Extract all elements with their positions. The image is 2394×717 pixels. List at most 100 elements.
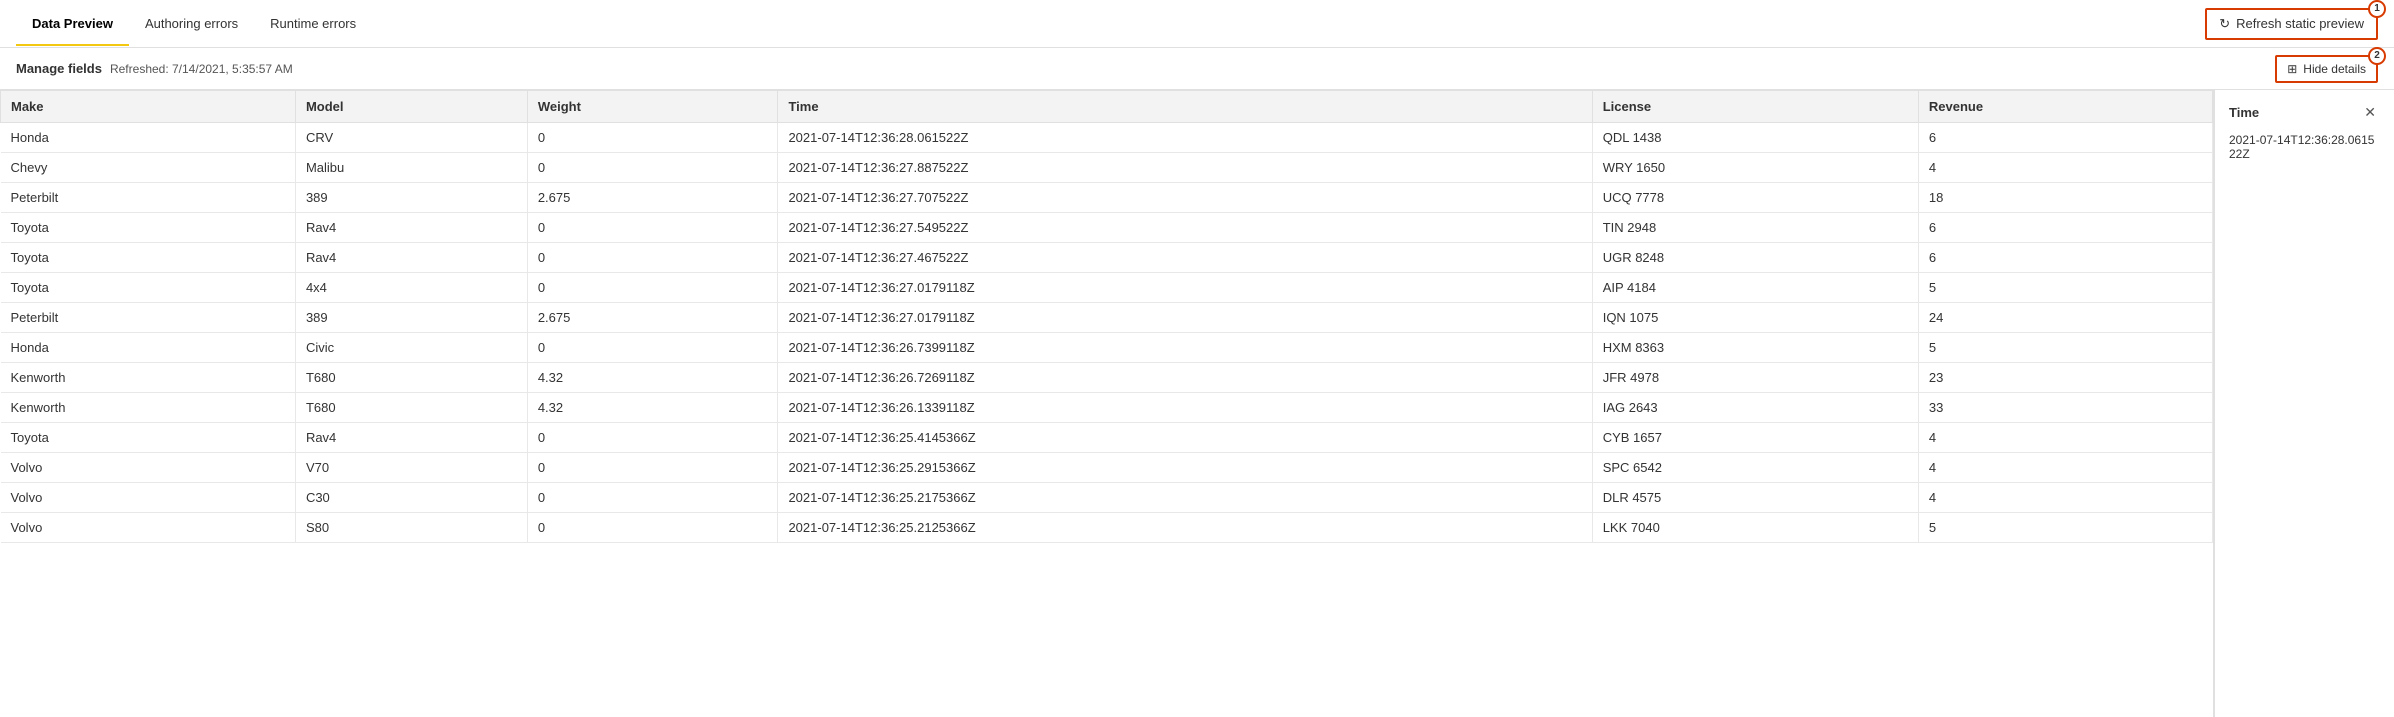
cell-6-5: 24 — [1918, 303, 2212, 333]
tab-runtime-errors[interactable]: Runtime errors — [254, 2, 372, 45]
cell-13-0: Volvo — [1, 513, 296, 543]
table-row[interactable]: KenworthT6804.322021-07-14T12:36:26.1339… — [1, 393, 2213, 423]
cell-13-3: 2021-07-14T12:36:25.2125366Z — [778, 513, 1592, 543]
table-row[interactable]: VolvoC3002021-07-14T12:36:25.2175366ZDLR… — [1, 483, 2213, 513]
close-side-panel-button[interactable]: ✕ — [2360, 102, 2380, 123]
cell-1-3: 2021-07-14T12:36:27.887522Z — [778, 153, 1592, 183]
table-row[interactable]: HondaCivic02021-07-14T12:36:26.7399118ZH… — [1, 333, 2213, 363]
cell-8-5: 23 — [1918, 363, 2212, 393]
cell-5-4: AIP 4184 — [1592, 273, 1918, 303]
cell-13-2: 0 — [527, 513, 778, 543]
cell-0-0: Honda — [1, 123, 296, 153]
cell-7-1: Civic — [295, 333, 527, 363]
table-row[interactable]: ToyotaRav402021-07-14T12:36:27.467522ZUG… — [1, 243, 2213, 273]
table-row[interactable]: ChevyMalibu02021-07-14T12:36:27.887522ZW… — [1, 153, 2213, 183]
table-row[interactable]: VolvoS8002021-07-14T12:36:25.2125366ZLKK… — [1, 513, 2213, 543]
col-header-make: Make — [1, 91, 296, 123]
cell-12-2: 0 — [527, 483, 778, 513]
cell-4-5: 6 — [1918, 243, 2212, 273]
cell-3-1: Rav4 — [295, 213, 527, 243]
cell-9-4: IAG 2643 — [1592, 393, 1918, 423]
cell-2-5: 18 — [1918, 183, 2212, 213]
table-row[interactable]: VolvoV7002021-07-14T12:36:25.2915366ZSPC… — [1, 453, 2213, 483]
cell-5-1: 4x4 — [295, 273, 527, 303]
table-row[interactable]: HondaCRV02021-07-14T12:36:28.061522ZQDL … — [1, 123, 2213, 153]
cell-5-0: Toyota — [1, 273, 296, 303]
cell-1-0: Chevy — [1, 153, 296, 183]
cell-9-2: 4.32 — [527, 393, 778, 423]
refresh-static-preview-button[interactable]: ↻ Refresh static preview 1 — [2205, 8, 2378, 40]
manage-fields-label: Manage fields — [16, 61, 102, 76]
table-row[interactable]: ToyotaRav402021-07-14T12:36:27.549522ZTI… — [1, 213, 2213, 243]
cell-11-3: 2021-07-14T12:36:25.2915366Z — [778, 453, 1592, 483]
hide-details-badge: 2 — [2368, 47, 2386, 65]
cell-2-1: 389 — [295, 183, 527, 213]
cell-11-1: V70 — [295, 453, 527, 483]
tab-data-preview[interactable]: Data Preview — [16, 2, 129, 45]
cell-13-5: 5 — [1918, 513, 2212, 543]
cell-1-4: WRY 1650 — [1592, 153, 1918, 183]
cell-2-0: Peterbilt — [1, 183, 296, 213]
cell-9-3: 2021-07-14T12:36:26.1339118Z — [778, 393, 1592, 423]
cell-1-5: 4 — [1918, 153, 2212, 183]
cell-13-4: LKK 7040 — [1592, 513, 1918, 543]
table-row[interactable]: Toyota4x402021-07-14T12:36:27.0179118ZAI… — [1, 273, 2213, 303]
refresh-icon: ↻ — [2219, 16, 2230, 32]
cell-12-0: Volvo — [1, 483, 296, 513]
cell-10-4: CYB 1657 — [1592, 423, 1918, 453]
cell-0-3: 2021-07-14T12:36:28.061522Z — [778, 123, 1592, 153]
cell-3-3: 2021-07-14T12:36:27.549522Z — [778, 213, 1592, 243]
cell-4-1: Rav4 — [295, 243, 527, 273]
cell-12-5: 4 — [1918, 483, 2212, 513]
data-table: Make Model Weight Time License Revenue H… — [0, 90, 2213, 543]
table-area: Make Model Weight Time License Revenue H… — [0, 90, 2214, 717]
hide-details-button[interactable]: ⊞ Hide details 2 — [2275, 55, 2378, 83]
table-row[interactable]: KenworthT6804.322021-07-14T12:36:26.7269… — [1, 363, 2213, 393]
cell-12-3: 2021-07-14T12:36:25.2175366Z — [778, 483, 1592, 513]
cell-4-0: Toyota — [1, 243, 296, 273]
cell-6-1: 389 — [295, 303, 527, 333]
side-panel-title: Time — [2229, 105, 2259, 120]
side-panel-value: 2021-07-14T12:36:28.061522Z — [2229, 133, 2380, 161]
cell-4-4: UGR 8248 — [1592, 243, 1918, 273]
col-header-weight: Weight — [527, 91, 778, 123]
hide-details-label: Hide details — [2303, 62, 2366, 76]
cell-3-0: Toyota — [1, 213, 296, 243]
cell-1-1: Malibu — [295, 153, 527, 183]
cell-0-2: 0 — [527, 123, 778, 153]
cell-7-5: 5 — [1918, 333, 2212, 363]
refresh-button-label: Refresh static preview — [2236, 16, 2364, 31]
table-row[interactable]: Peterbilt3892.6752021-07-14T12:36:27.707… — [1, 183, 2213, 213]
tabs-bar: Data Preview Authoring errors Runtime er… — [0, 0, 2394, 48]
table-icon: ⊞ — [2287, 62, 2297, 76]
cell-10-1: Rav4 — [295, 423, 527, 453]
cell-9-0: Kenworth — [1, 393, 296, 423]
main-content: Make Model Weight Time License Revenue H… — [0, 90, 2394, 717]
cell-2-4: UCQ 7778 — [1592, 183, 1918, 213]
cell-6-3: 2021-07-14T12:36:27.0179118Z — [778, 303, 1592, 333]
cell-11-2: 0 — [527, 453, 778, 483]
tab-authoring-errors[interactable]: Authoring errors — [129, 2, 254, 45]
cell-10-2: 0 — [527, 423, 778, 453]
cell-5-5: 5 — [1918, 273, 2212, 303]
cell-5-3: 2021-07-14T12:36:27.0179118Z — [778, 273, 1592, 303]
cell-8-1: T680 — [295, 363, 527, 393]
cell-8-2: 4.32 — [527, 363, 778, 393]
table-row[interactable]: ToyotaRav402021-07-14T12:36:25.4145366ZC… — [1, 423, 2213, 453]
cell-6-4: IQN 1075 — [1592, 303, 1918, 333]
cell-3-4: TIN 2948 — [1592, 213, 1918, 243]
cell-11-0: Volvo — [1, 453, 296, 483]
cell-10-0: Toyota — [1, 423, 296, 453]
cell-6-2: 2.675 — [527, 303, 778, 333]
side-panel: Time ✕ 2021-07-14T12:36:28.061522Z — [2214, 90, 2394, 717]
cell-7-4: HXM 8363 — [1592, 333, 1918, 363]
cell-9-1: T680 — [295, 393, 527, 423]
cell-9-5: 33 — [1918, 393, 2212, 423]
cell-8-0: Kenworth — [1, 363, 296, 393]
cell-2-2: 2.675 — [527, 183, 778, 213]
table-row[interactable]: Peterbilt3892.6752021-07-14T12:36:27.017… — [1, 303, 2213, 333]
cell-12-1: C30 — [295, 483, 527, 513]
cell-6-0: Peterbilt — [1, 303, 296, 333]
refresh-badge: 1 — [2368, 0, 2386, 18]
cell-4-3: 2021-07-14T12:36:27.467522Z — [778, 243, 1592, 273]
